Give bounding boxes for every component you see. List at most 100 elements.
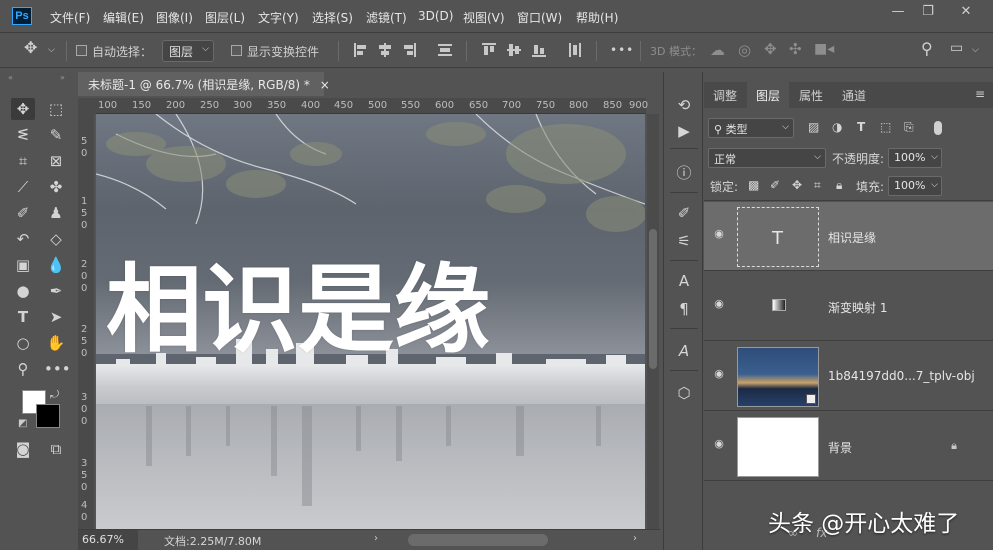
workspace-icon[interactable]: ▭ <box>950 40 963 56</box>
move-tool-icon[interactable]: ✥ <box>24 38 37 57</box>
distribute-vertical-icon[interactable] <box>568 43 582 57</box>
filter-toggle-icon[interactable] <box>934 121 942 135</box>
close-icon[interactable]: ✕ <box>951 3 981 21</box>
auto-select-checkbox[interactable] <box>76 45 87 56</box>
gradient-tool-icon[interactable]: ▣ <box>11 254 35 276</box>
collapse-toolbar-icon[interactable]: » <box>60 73 65 82</box>
marquee-tool-icon[interactable]: ⬚ <box>44 98 68 120</box>
document-size-info[interactable]: 文档:2.25M/7.80M <box>164 533 261 549</box>
filter-adjustment-icon[interactable]: ◑ <box>832 120 842 134</box>
document-tab[interactable]: 未标题-1 @ 66.7% (相识是缘, RGB/8) * × <box>78 72 330 96</box>
info-panel-icon[interactable]: ⓘ <box>672 162 696 184</box>
layer-row-smart-object[interactable]: ◉ 1b84197dd0...7_tplv-obj <box>704 342 993 411</box>
visibility-eye-icon[interactable]: ◉ <box>712 438 726 449</box>
menu-layer[interactable]: 图层(L) <box>205 9 245 26</box>
opacity-input[interactable]: 100% ⌵ <box>888 148 942 168</box>
blend-mode-dropdown[interactable]: 正常 ⌵ <box>708 148 826 168</box>
menu-select[interactable]: 选择(S) <box>312 9 353 26</box>
tab-layers[interactable]: 图层 <box>747 82 790 108</box>
canvas-horizontal-scrollbar[interactable] <box>408 534 548 546</box>
move-tool-icon[interactable]: ✥ <box>11 98 35 120</box>
history-panel-icon[interactable]: ⟲ <box>672 94 696 116</box>
filter-smart-object-icon[interactable]: ⎘ <box>904 120 914 135</box>
patch-tool-icon[interactable]: ✤ <box>44 176 68 198</box>
screen-mode-icon[interactable]: ⧉ <box>44 438 68 460</box>
layer-name[interactable]: 1b84197dd0...7_tplv-obj <box>828 369 975 383</box>
fill-input[interactable]: 100% ⌵ <box>888 176 942 196</box>
distribute-icon[interactable] <box>438 43 452 57</box>
actions-play-icon[interactable]: ▶ <box>672 120 696 142</box>
layer-row-gradient-map[interactable]: ◉ 渐变映射 1 <box>704 272 993 341</box>
layer-filter-dropdown[interactable]: ⚲ 类型 ⌵ <box>708 118 794 138</box>
chevron-right-icon[interactable]: › <box>374 533 378 544</box>
quick-select-tool-icon[interactable]: ✎ <box>44 124 68 146</box>
adjustments-sliders-icon[interactable]: ⚟ <box>672 230 696 252</box>
eyedropper-tool-icon[interactable]: ⟋ <box>11 176 35 198</box>
background-color-swatch[interactable] <box>36 404 60 428</box>
restore-icon[interactable]: ❐ <box>913 3 943 21</box>
3d-panel-icon[interactable]: ⬡ <box>672 382 696 404</box>
menu-image[interactable]: 图像(I) <box>156 9 193 26</box>
lasso-tool-icon[interactable]: ᓬ <box>11 124 35 146</box>
menu-window[interactable]: 窗口(W) <box>517 9 562 26</box>
glyphs-panel-icon[interactable]: A <box>672 340 696 362</box>
align-vcenter-icon[interactable] <box>507 43 521 57</box>
align-bottom-icon[interactable] <box>532 43 546 57</box>
crop-tool-icon[interactable]: ⌗ <box>11 150 35 172</box>
lock-all-icon[interactable]: 🔒︎ <box>836 178 842 193</box>
frame-tool-icon[interactable]: ⊠ <box>44 150 68 172</box>
menu-file[interactable]: 文件(F) <box>50 9 90 26</box>
layer-name[interactable]: 背景 <box>828 439 852 456</box>
zoom-tool-icon[interactable]: ⚲ <box>11 358 35 380</box>
lock-position-icon[interactable]: ✥ <box>792 178 802 192</box>
filter-shape-icon[interactable]: ⬚ <box>880 120 891 134</box>
collapse-toolbar-icon[interactable]: « <box>8 73 13 82</box>
default-colors-icon[interactable]: ◩ <box>18 418 27 429</box>
menu-help[interactable]: 帮助(H) <box>576 9 618 26</box>
history-brush-icon[interactable]: ↶ <box>11 228 35 250</box>
align-right-icon[interactable] <box>402 43 416 57</box>
menu-type[interactable]: 文字(Y) <box>258 9 299 26</box>
tab-channels[interactable]: 通道 <box>833 82 875 108</box>
paragraph-panel-icon[interactable]: ¶ <box>672 298 696 320</box>
visibility-eye-icon[interactable]: ◉ <box>712 298 726 309</box>
lock-transparent-icon[interactable]: ▩ <box>748 178 759 192</box>
stamp-tool-icon[interactable]: ♟ <box>44 202 68 224</box>
search-icon[interactable]: ⚲ <box>921 39 933 58</box>
scroll-right-icon[interactable]: › <box>633 533 637 544</box>
quick-mask-icon[interactable]: ◙ <box>11 438 35 460</box>
brush-settings-icon[interactable]: ✐ <box>672 202 696 224</box>
layer-name[interactable]: 相识是缘 <box>828 229 876 246</box>
scrollbar-thumb[interactable] <box>649 229 657 369</box>
chevron-down-icon[interactable]: ⌵ <box>48 45 55 55</box>
close-tab-icon[interactable]: × <box>320 78 330 92</box>
canvas-vertical-scrollbar[interactable] <box>647 114 659 529</box>
menu-view[interactable]: 视图(V) <box>463 9 505 26</box>
layer-name[interactable]: 渐变映射 1 <box>828 299 887 316</box>
visibility-eye-icon[interactable]: ◉ <box>712 368 726 379</box>
pen-tool-icon[interactable]: ✒ <box>44 280 68 302</box>
chevron-down-icon[interactable]: ⌵ <box>972 45 979 55</box>
layer-row-background[interactable]: ◉ 背景 🔒︎ <box>704 412 993 481</box>
zoom-level-field[interactable]: 66.67% <box>78 530 138 550</box>
panel-menu-icon[interactable]: ≡ <box>966 82 993 108</box>
eraser-tool-icon[interactable]: ◇ <box>44 228 68 250</box>
filter-pixel-icon[interactable]: ▨ <box>808 120 819 134</box>
dodge-tool-icon[interactable]: ● <box>11 280 35 302</box>
tab-properties[interactable]: 属性 <box>790 82 832 108</box>
auto-select-target-dropdown[interactable]: 图层 ⌵ <box>162 40 214 62</box>
lock-image-icon[interactable]: ✐ <box>770 178 780 192</box>
filter-type-icon[interactable]: T <box>857 120 865 134</box>
align-left-icon[interactable] <box>354 43 368 57</box>
blur-tool-icon[interactable]: 💧 <box>44 254 68 276</box>
lock-artboard-icon[interactable]: ⌗ <box>814 178 821 193</box>
type-tool-icon[interactable]: T <box>11 306 35 328</box>
character-panel-icon[interactable]: A <box>672 270 696 292</box>
visibility-eye-icon[interactable]: ◉ <box>712 228 726 239</box>
more-tools-icon[interactable]: ••• <box>44 358 71 380</box>
align-top-icon[interactable] <box>482 43 496 57</box>
menu-3d[interactable]: 3D(D) <box>418 9 453 23</box>
align-hcenter-icon[interactable] <box>378 43 392 57</box>
ellipse-tool-icon[interactable]: ○ <box>11 332 35 354</box>
show-transform-checkbox[interactable] <box>231 45 242 56</box>
